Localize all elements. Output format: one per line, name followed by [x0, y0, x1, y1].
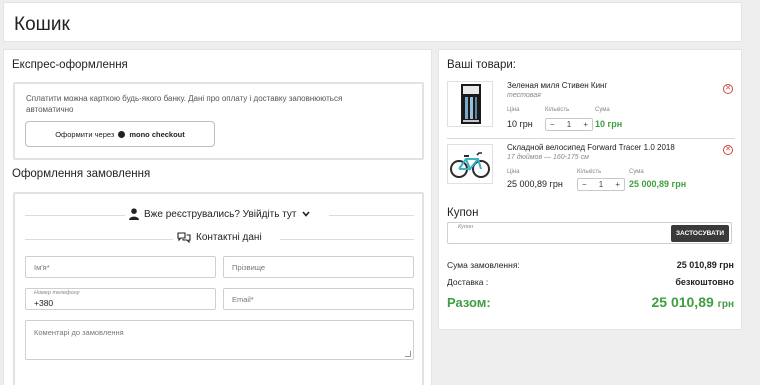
- product-price: 25 000,89 грн: [507, 179, 563, 189]
- quantity-stepper[interactable]: − 1 +: [545, 118, 593, 131]
- apply-coupon-button[interactable]: ЗАСТОСУВАТИ: [671, 225, 729, 242]
- product-name[interactable]: Зеленая миля Стивен Кинг: [507, 81, 607, 90]
- contacts-title: Контактні дані: [196, 232, 262, 243]
- price-label: Ціна: [507, 169, 520, 175]
- comment-placeholder: Коментарі до замовлення: [34, 328, 124, 337]
- order-form: Вже реєструвались? Увійдіть тут Контактн…: [13, 192, 424, 385]
- email-field[interactable]: Email*: [223, 288, 414, 310]
- grand-total-amount: 25 010,89: [651, 294, 714, 310]
- page-title: Кошик: [14, 14, 70, 35]
- grand-total-value: 25 010,89 грн: [651, 294, 734, 310]
- coupon-title: Купон: [447, 207, 479, 219]
- mono-checkout-button[interactable]: Оформити через mono checkout: [25, 121, 215, 147]
- cart-title: Ваші товари:: [447, 59, 516, 71]
- first-name-placeholder: Ім'я*: [34, 263, 50, 272]
- quantity-value: 1: [566, 120, 572, 129]
- divider-line: [25, 215, 125, 216]
- mono-button-brand: mono checkout: [129, 129, 185, 139]
- divider-line: [25, 239, 173, 240]
- increment-button[interactable]: +: [615, 180, 620, 189]
- quantity-value: 1: [598, 180, 604, 189]
- delivery-label: Доставка :: [447, 277, 489, 287]
- cart-item: Складной велосипед Forward Tracer 1.0 20…: [447, 143, 735, 193]
- product-variant: 17 дюймов — 160-175 см: [507, 154, 589, 161]
- sum-label: Сума: [629, 169, 644, 175]
- product-variant: тестовая: [507, 92, 541, 99]
- mono-logo-icon: [118, 130, 126, 138]
- increment-button[interactable]: +: [583, 120, 588, 129]
- first-name-field[interactable]: Ім'я*: [25, 256, 216, 278]
- resize-handle[interactable]: [405, 351, 411, 357]
- cart-item: Зеленая миля Стивен Кинг тестовая Ціна К…: [447, 81, 735, 133]
- grand-total-currency: грн: [717, 299, 734, 310]
- product-price: 10 грн: [507, 119, 533, 129]
- login-toggle[interactable]: Вже реєструвались? Увійдіть тут: [129, 208, 310, 220]
- email-placeholder: Email*: [232, 295, 254, 304]
- order-sum-label: Сума замовлення:: [447, 260, 520, 270]
- coupon-field[interactable]: Купон ЗАСТОСУВАТИ: [447, 222, 732, 244]
- product-sum: 10 грн: [595, 119, 623, 129]
- chevron-down-icon: [301, 211, 310, 217]
- cart-panel: Ваші товари: Зеленая миля Стивен Кинг те…: [438, 49, 742, 330]
- last-name-field[interactable]: Прізвище: [223, 256, 414, 278]
- phone-value: +380: [34, 298, 54, 308]
- quantity-stepper[interactable]: − 1 +: [577, 178, 625, 191]
- product-name[interactable]: Складной велосипед Forward Tracer 1.0 20…: [507, 143, 675, 152]
- last-name-placeholder: Прізвище: [232, 263, 266, 272]
- remove-item-button[interactable]: ✕: [723, 145, 733, 155]
- price-label: Ціна: [507, 107, 520, 113]
- comment-field[interactable]: Коментарі до замовлення: [25, 320, 414, 360]
- item-divider: [447, 138, 735, 139]
- decrement-button[interactable]: −: [550, 120, 555, 129]
- contacts-heading: Контактні дані: [177, 232, 262, 243]
- order-sum-row: Сума замовлення: 25 010,89 грн: [447, 260, 734, 270]
- grand-total-row: Разом: 25 010,89 грн: [447, 294, 734, 310]
- qty-label: Кількість: [545, 107, 570, 113]
- mono-button-prefix: Оформити через: [55, 129, 115, 139]
- sum-label: Сума: [595, 107, 610, 113]
- delivery-value: безкоштовно: [675, 277, 734, 287]
- login-prompt: Вже реєструвались? Увійдіть тут: [144, 208, 297, 220]
- page-header: Кошик: [3, 2, 742, 42]
- login-divider: Вже реєструвались? Увійдіть тут: [25, 208, 414, 222]
- user-icon: [129, 208, 139, 220]
- phone-label: Номер телефону: [34, 290, 80, 296]
- book-cover-icon: [461, 84, 481, 124]
- order-title: Оформлення замовлення: [12, 168, 151, 180]
- coupon-placeholder: Купон: [458, 224, 474, 230]
- phone-field[interactable]: Номер телефону +380: [25, 288, 216, 310]
- express-title: Експрес-оформлення: [12, 59, 128, 71]
- product-sum: 25 000,89 грн: [629, 179, 687, 189]
- contacts-divider: Контактні дані: [25, 232, 414, 246]
- grand-total-label: Разом:: [447, 295, 491, 310]
- decrement-button[interactable]: −: [582, 180, 587, 189]
- chat-icon: [177, 232, 191, 243]
- checkout-panel: Експрес-оформлення Сплатити можна картко…: [3, 49, 432, 385]
- product-thumbnail[interactable]: [447, 144, 493, 184]
- express-description: Сплатити можна карткою будь-якого банку.…: [26, 94, 343, 114]
- express-checkout-box: Сплатити можна карткою будь-якого банку.…: [13, 82, 424, 160]
- product-thumbnail[interactable]: [447, 81, 493, 127]
- divider-line: [280, 239, 414, 240]
- bicycle-icon: [450, 152, 490, 178]
- delivery-row: Доставка : безкоштовно: [447, 277, 734, 287]
- qty-label: Кількість: [577, 169, 602, 175]
- order-sum-value: 25 010,89 грн: [676, 260, 734, 270]
- remove-item-button[interactable]: ✕: [723, 84, 733, 94]
- divider-line: [329, 215, 414, 216]
